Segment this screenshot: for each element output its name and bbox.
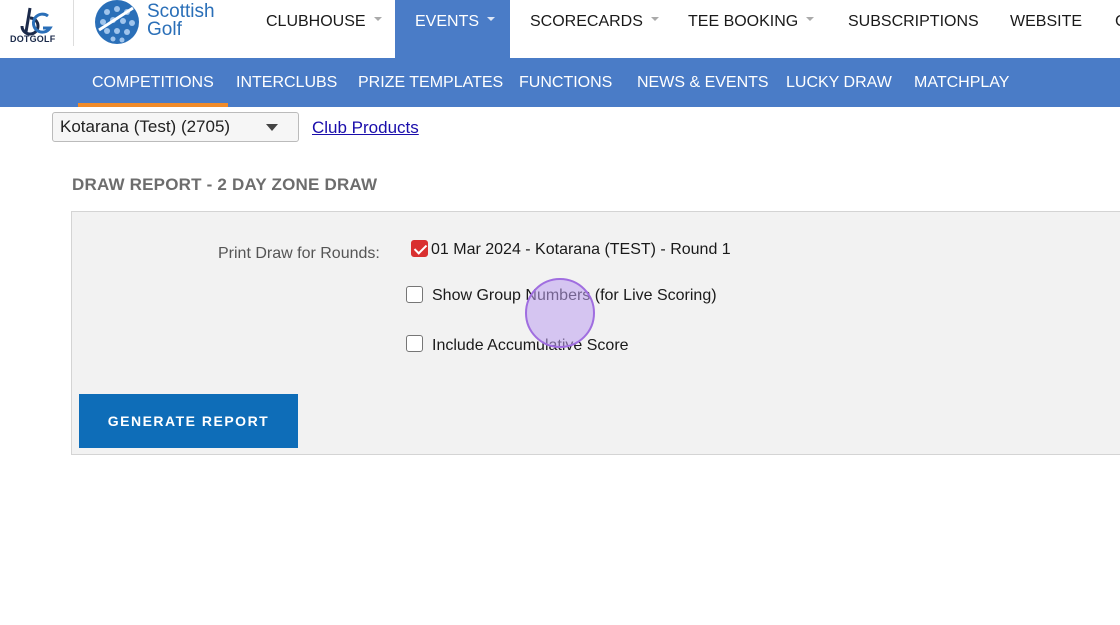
nav-clubhouse[interactable]: CLUBHOUSE	[250, 0, 398, 58]
nav-tee-booking[interactable]: TEE BOOKING	[688, 0, 815, 58]
subnav-prize-templates[interactable]: PRIZE TEMPLATES	[358, 58, 503, 107]
scottish-golf-ball-icon[interactable]	[93, 0, 141, 46]
subnav-functions[interactable]: FUNCTIONS	[519, 58, 612, 107]
subnav-competitions[interactable]: COMPETITIONS	[78, 58, 228, 107]
nav-scorecards-label: SCORECARDS	[530, 13, 643, 30]
nav-subscriptions[interactable]: SUBSCRIPTIONS	[848, 0, 979, 58]
subnav-news-events[interactable]: NEWS & EVENTS	[637, 58, 769, 107]
scottish-golf-logo-text: Scottish Golf	[147, 2, 215, 40]
club-products-link[interactable]: Club Products	[312, 118, 419, 138]
chevron-down-icon	[373, 16, 382, 21]
nav-website[interactable]: WEBSITE	[1010, 0, 1082, 58]
nav-truncated-label: C	[1115, 13, 1120, 30]
click-indicator	[525, 278, 595, 348]
page-title: DRAW REPORT - 2 DAY ZONE DRAW	[72, 175, 378, 194]
dotgolf-logo-text: DOTGOLF	[10, 34, 56, 44]
top-navigation-bar: DOTGOLF Scottish Golf CLUBHOUSE EVENTS S…	[0, 0, 1120, 58]
nav-tee-booking-label: TEE BOOKING	[688, 13, 799, 30]
nav-subscriptions-label: SUBSCRIPTIONS	[848, 13, 979, 30]
club-select-value: Kotarana (Test) (2705)	[60, 117, 231, 136]
nav-events-label: EVENTS	[415, 13, 480, 30]
subnav-matchplay[interactable]: MATCHPLAY	[914, 58, 1009, 107]
scottish-golf-line2: Golf	[147, 19, 182, 40]
nav-clubhouse-label: CLUBHOUSE	[266, 13, 366, 30]
round-1-label[interactable]: 01 Mar 2024 - Kotarana (TEST) - Round 1	[431, 241, 731, 259]
generate-report-button[interactable]: GENERATE REPORT	[79, 394, 298, 448]
show-group-numbers-checkbox[interactable]	[406, 286, 423, 303]
subnav-lucky-draw[interactable]: LUCKY DRAW	[786, 58, 892, 107]
chevron-down-icon	[650, 16, 659, 21]
include-accumulative-score-label[interactable]: Include Accumulative Score	[432, 337, 629, 355]
include-accumulative-score-checkbox[interactable]	[406, 335, 423, 352]
dropdown-arrow-icon	[266, 124, 278, 131]
chevron-down-icon	[806, 16, 815, 21]
nav-truncated-item[interactable]: C	[1115, 0, 1120, 58]
round-1-checkbox[interactable]	[411, 240, 428, 257]
nav-website-label: WEBSITE	[1010, 13, 1083, 30]
logo-divider	[73, 0, 74, 46]
nav-scorecards[interactable]: SCORECARDS	[530, 0, 659, 58]
nav-events[interactable]: EVENTS	[395, 0, 510, 58]
events-sub-navigation: COMPETITIONS INTERCLUBS PRIZE TEMPLATES …	[0, 58, 1120, 107]
chevron-down-icon	[487, 16, 496, 21]
rounds-label: Print Draw for Rounds:	[218, 245, 380, 262]
subnav-interclubs[interactable]: INTERCLUBS	[236, 58, 337, 107]
club-select-dropdown[interactable]: Kotarana (Test) (2705)	[52, 112, 299, 142]
